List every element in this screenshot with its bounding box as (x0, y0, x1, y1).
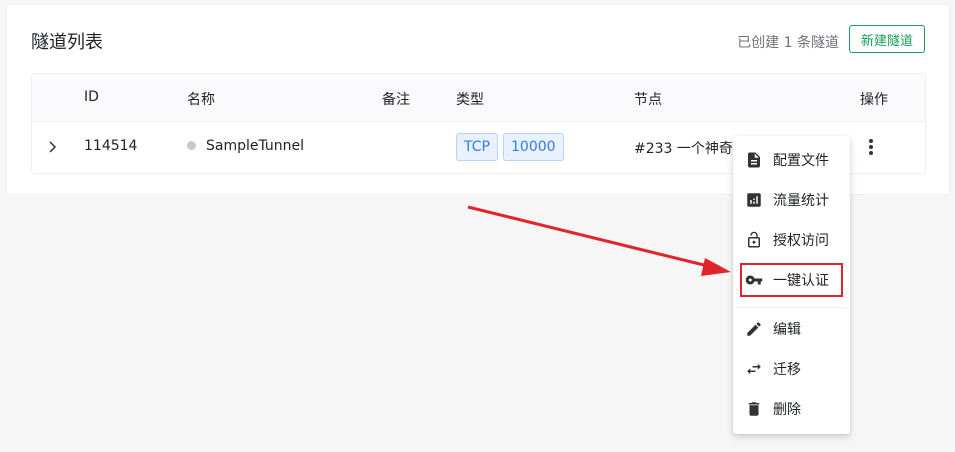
menu-item-edit[interactable]: 编辑 (733, 311, 850, 347)
menu-item-label: 编辑 (773, 322, 801, 338)
document-icon (744, 150, 764, 170)
column-header-name: 名称 (187, 92, 215, 108)
more-actions-icon[interactable] (868, 139, 874, 155)
menu-item-label: 删除 (773, 402, 801, 418)
column-header-actions: 操作 (860, 92, 888, 108)
pencil-icon (744, 319, 764, 339)
menu-item-label: 流量统计 (773, 193, 829, 209)
trash-icon (744, 399, 764, 419)
lock-open-icon (744, 230, 764, 250)
tunnel-name: SampleTunnel (206, 138, 305, 154)
tunnel-id: 114514 (84, 138, 138, 154)
expand-row-icon[interactable] (46, 139, 60, 155)
table-header: ID 名称 备注 类型 节点 操作 (32, 74, 925, 122)
menu-item-migrate[interactable]: 迁移 (733, 351, 850, 387)
port-tag: 10000 (503, 133, 564, 161)
menu-item-config-file[interactable]: 配置文件 (733, 142, 850, 178)
new-tunnel-button[interactable]: 新建隧道 (849, 25, 925, 53)
protocol-tag: TCP (456, 133, 498, 161)
column-header-note: 备注 (382, 92, 410, 108)
bar-chart-icon (744, 190, 764, 210)
menu-item-label: 配置文件 (773, 153, 829, 169)
page-title: 隧道列表 (31, 32, 103, 53)
tunnel-name-cell: SampleTunnel (187, 138, 304, 154)
swap-icon (744, 359, 764, 379)
tunnel-node: #233 一个神奇的 (634, 141, 747, 157)
menu-item-traffic-stats[interactable]: 流量统计 (733, 182, 850, 218)
tunnel-count: 已创建 1 条隧道 (737, 35, 839, 51)
status-dot (187, 140, 196, 150)
menu-item-label: 授权访问 (773, 233, 829, 249)
annotation-highlight-box (740, 263, 843, 297)
column-header-id: ID (84, 89, 99, 105)
column-header-node: 节点 (634, 92, 662, 108)
menu-item-delete[interactable]: 删除 (733, 391, 850, 427)
column-header-type: 类型 (456, 92, 484, 108)
menu-item-authorize-access[interactable]: 授权访问 (733, 222, 850, 258)
menu-divider (737, 307, 846, 308)
menu-item-label: 迁移 (773, 362, 801, 378)
